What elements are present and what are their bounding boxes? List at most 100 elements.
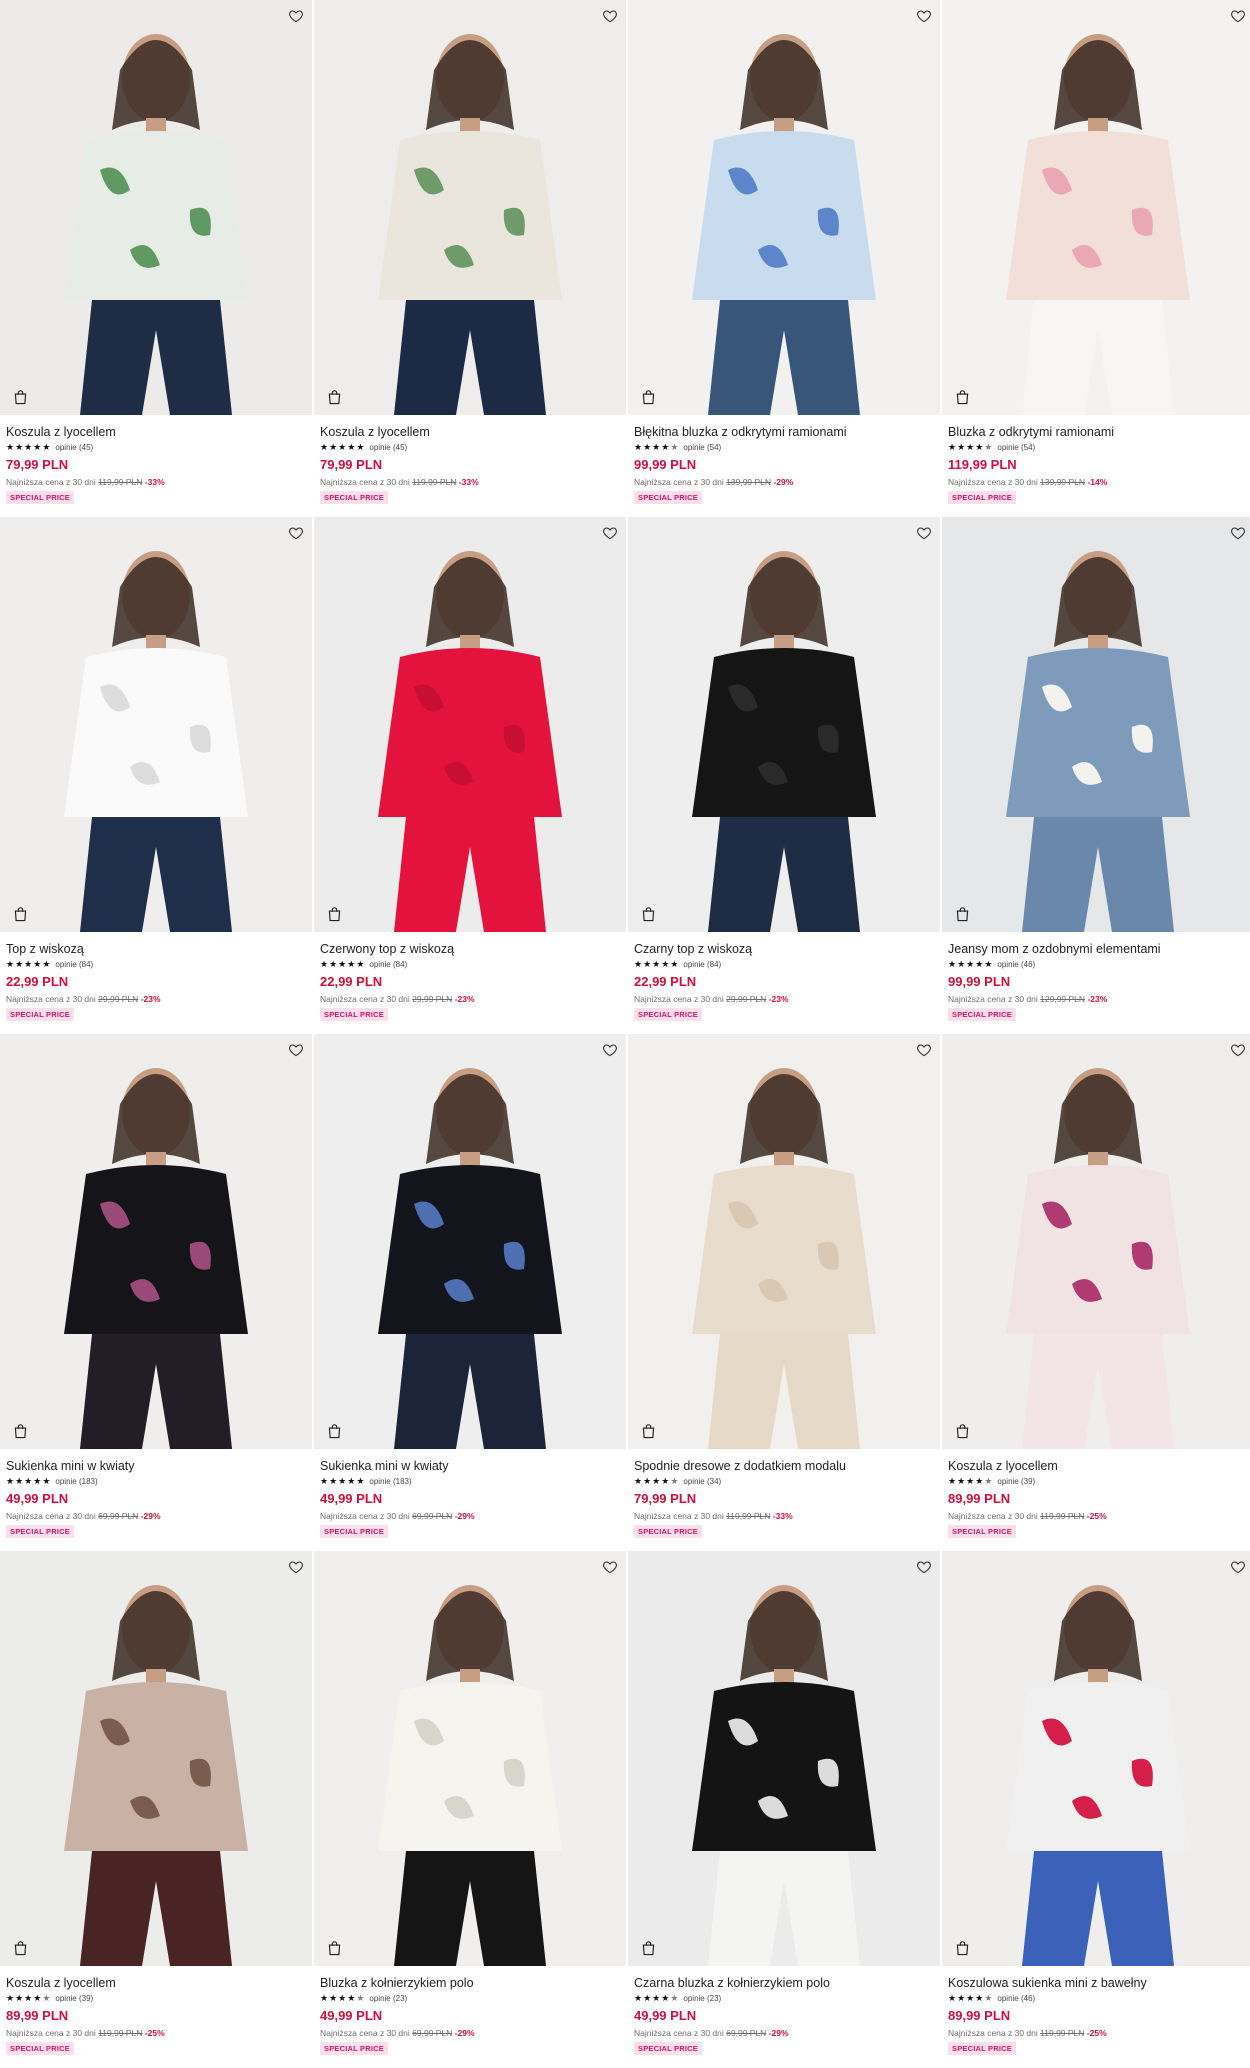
product-name[interactable]: Spodnie dresowe z dodatkiem modalu bbox=[634, 1459, 934, 1473]
product-image[interactable] bbox=[0, 0, 312, 415]
product-card[interactable]: Jeansy mom z ozdobnymi elementami ★ ★ ★ ★ ★ … bbox=[942, 517, 1250, 1034]
heart-icon[interactable] bbox=[1228, 523, 1248, 543]
product-card[interactable]: Sukienka mini w kwiaty ★ ★ ★ ★ ★ opinie (183… bbox=[314, 1034, 626, 1551]
product-card[interactable]: Błękitna bluzka z odkrytymi ramionami ★ ★… bbox=[628, 0, 940, 517]
shopping-bag-icon[interactable] bbox=[952, 1938, 972, 1958]
heart-icon[interactable] bbox=[914, 1557, 934, 1577]
shopping-bag-icon[interactable] bbox=[638, 1421, 658, 1441]
heart-icon[interactable] bbox=[286, 523, 306, 543]
heart-icon[interactable] bbox=[286, 1040, 306, 1060]
product-card[interactable]: Koszula z lyocellem ★ ★ ★ ★ ★ opinie (39) 89… bbox=[942, 1034, 1250, 1551]
star-icon: ★ bbox=[24, 1475, 33, 1486]
heart-icon[interactable] bbox=[1228, 6, 1248, 26]
product-card[interactable]: Top z wiskozą ★ ★ ★ ★ ★ opinie (84) 22,99 PL… bbox=[0, 517, 312, 1034]
product-name[interactable]: Koszulowa sukienka mini z bawełny bbox=[948, 1976, 1248, 1990]
product-name[interactable]: Koszula z lyocellem bbox=[320, 425, 620, 439]
heart-icon[interactable] bbox=[1228, 1557, 1248, 1577]
review-count: opinie (183) bbox=[55, 1477, 97, 1486]
heart-icon[interactable] bbox=[600, 1557, 620, 1577]
heart-icon[interactable] bbox=[286, 1557, 306, 1577]
product-image[interactable] bbox=[314, 0, 626, 415]
reviews-label: opinie bbox=[997, 959, 1019, 969]
shopping-bag-icon[interactable] bbox=[638, 387, 658, 407]
reviews-label: opinie bbox=[55, 1993, 77, 2003]
old-price: 119,99 PLN bbox=[412, 477, 457, 487]
product-card[interactable]: Koszula z lyocellem ★ ★ ★ ★ ★ opinie (39) 89… bbox=[0, 1551, 312, 2068]
heart-icon[interactable] bbox=[600, 6, 620, 26]
product-image[interactable] bbox=[942, 0, 1250, 415]
product-image[interactable] bbox=[628, 517, 940, 932]
product-name[interactable]: Koszula z lyocellem bbox=[6, 425, 306, 439]
product-card[interactable]: Bluzka z odkrytymi ramionami ★ ★ ★ ★ ★ opini… bbox=[942, 0, 1250, 517]
star-icon: ★ bbox=[661, 958, 670, 969]
review-count: opinie (23) bbox=[369, 1994, 407, 2003]
product-name[interactable]: Koszula z lyocellem bbox=[948, 1459, 1248, 1473]
heart-icon[interactable] bbox=[600, 1040, 620, 1060]
rating: ★ ★ ★ ★ ★ opinie (45) bbox=[320, 442, 620, 452]
product-image[interactable] bbox=[0, 517, 312, 932]
product-name[interactable]: Top z wiskozą bbox=[6, 942, 306, 956]
shopping-bag-icon[interactable] bbox=[10, 1938, 30, 1958]
shopping-bag-icon[interactable] bbox=[324, 904, 344, 924]
star-icon: ★ bbox=[33, 1992, 42, 2003]
star-icon: ★ bbox=[6, 441, 15, 452]
star-icon: ★ bbox=[957, 1475, 966, 1486]
model-photo bbox=[378, 1585, 562, 1966]
reviews-number: (54) bbox=[1020, 442, 1036, 452]
product-image[interactable] bbox=[0, 1034, 312, 1449]
shopping-bag-icon[interactable] bbox=[10, 387, 30, 407]
heart-icon[interactable] bbox=[914, 6, 934, 26]
product-name[interactable]: Jeansy mom z ozdobnymi elementami bbox=[948, 942, 1248, 956]
heart-icon[interactable] bbox=[600, 523, 620, 543]
product-card[interactable]: Koszulowa sukienka mini z bawełny ★ ★ ★ ★ ★ … bbox=[942, 1551, 1250, 2068]
heart-icon[interactable] bbox=[1228, 1040, 1248, 1060]
product-name[interactable]: Czerwony top z wiskozą bbox=[320, 942, 620, 956]
shopping-bag-icon[interactable] bbox=[952, 904, 972, 924]
product-image[interactable] bbox=[942, 517, 1250, 932]
lowest-price-30-days: Najniższa cena z 30 dni 129,99 PLN -23% bbox=[948, 994, 1248, 1004]
shopping-bag-icon[interactable] bbox=[324, 1938, 344, 1958]
review-count: opinie (39) bbox=[55, 1994, 93, 2003]
product-image[interactable] bbox=[314, 1034, 626, 1449]
product-price: 79,99 PLN bbox=[6, 457, 69, 472]
shopping-bag-icon[interactable] bbox=[638, 1938, 658, 1958]
product-card[interactable]: Sukienka mini w kwiaty ★ ★ ★ ★ ★ opinie (183… bbox=[0, 1034, 312, 1551]
heart-icon[interactable] bbox=[914, 523, 934, 543]
product-card[interactable]: Koszula z lyocellem ★ ★ ★ ★ ★ opinie (45) 79… bbox=[314, 0, 626, 517]
product-info: Koszula z lyocellem ★ ★ ★ ★ ★ opinie (39) 89… bbox=[942, 1449, 1250, 1539]
product-image[interactable] bbox=[0, 1551, 312, 1966]
star-icon: ★ bbox=[329, 441, 338, 452]
product-image[interactable] bbox=[628, 0, 940, 415]
shopping-bag-icon[interactable] bbox=[952, 1421, 972, 1441]
shopping-bag-icon[interactable] bbox=[324, 1421, 344, 1441]
product-name[interactable]: Bluzka z odkrytymi ramionami bbox=[948, 425, 1248, 439]
product-image[interactable] bbox=[314, 517, 626, 932]
shopping-bag-icon[interactable] bbox=[324, 387, 344, 407]
product-name[interactable]: Czarna bluzka z kołnierzykiem polo bbox=[634, 1976, 934, 1990]
heart-icon[interactable] bbox=[286, 6, 306, 26]
product-name[interactable]: Czarny top z wiskozą bbox=[634, 942, 934, 956]
product-image[interactable] bbox=[314, 1551, 626, 1966]
product-card[interactable]: Bluzka z kołnierzykiem polo ★ ★ ★ ★ ★ opinie… bbox=[314, 1551, 626, 2068]
product-card[interactable]: Czarny top z wiskozą ★ ★ ★ ★ ★ opinie (84) 2… bbox=[628, 517, 940, 1034]
product-card[interactable]: Spodnie dresowe z dodatkiem modalu ★ ★ ★ ★ ★… bbox=[628, 1034, 940, 1551]
product-card[interactable]: Koszula z lyocellem ★ ★ ★ ★ ★ opinie (45) 79… bbox=[0, 0, 312, 517]
heart-icon[interactable] bbox=[914, 1040, 934, 1060]
shopping-bag-icon[interactable] bbox=[10, 904, 30, 924]
product-name[interactable]: Koszula z lyocellem bbox=[6, 1976, 306, 1990]
product-price: 89,99 PLN bbox=[948, 1491, 1011, 1506]
star-icon: ★ bbox=[42, 441, 51, 452]
product-card[interactable]: Czarna bluzka z kołnierzykiem polo ★ ★ ★ ★ ★… bbox=[628, 1551, 940, 2068]
shopping-bag-icon[interactable] bbox=[638, 904, 658, 924]
product-name[interactable]: Bluzka z kołnierzykiem polo bbox=[320, 1976, 620, 1990]
product-image[interactable] bbox=[942, 1551, 1250, 1966]
shopping-bag-icon[interactable] bbox=[10, 1421, 30, 1441]
product-name[interactable]: Błękitna bluzka z odkrytymi ramionami bbox=[634, 425, 934, 439]
product-name[interactable]: Sukienka mini w kwiaty bbox=[320, 1459, 620, 1473]
shopping-bag-icon[interactable] bbox=[952, 387, 972, 407]
product-image[interactable] bbox=[628, 1551, 940, 1966]
product-card[interactable]: Czerwony top z wiskozą ★ ★ ★ ★ ★ opinie (84)… bbox=[314, 517, 626, 1034]
product-name[interactable]: Sukienka mini w kwiaty bbox=[6, 1459, 306, 1473]
product-image[interactable] bbox=[942, 1034, 1250, 1449]
product-image[interactable] bbox=[628, 1034, 940, 1449]
